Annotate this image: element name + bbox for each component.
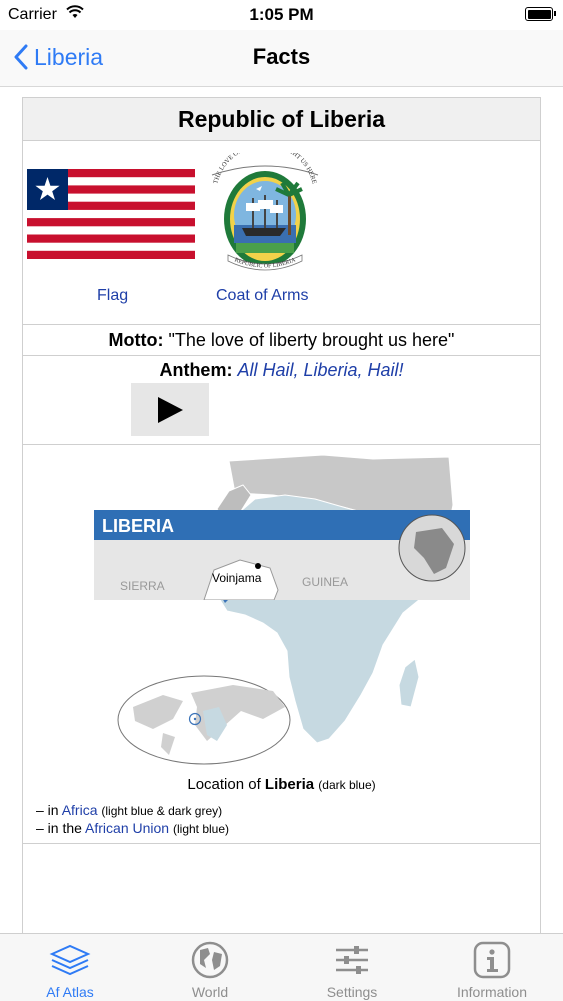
flag-caption-link[interactable]: Flag [97, 287, 128, 305]
location-caption: Location of Liberia (dark blue) [187, 776, 376, 793]
tab-af-atlas-label: Af Atlas [46, 984, 94, 1000]
african-union-note: (light blue) [172, 822, 230, 836]
location-country: Liberia [264, 776, 315, 793]
tab-bar: Af Atlas World Settings Information [0, 933, 563, 1001]
motto-text: "The love of liberty brought us here" [168, 330, 455, 350]
tab-settings[interactable]: Settings [282, 934, 422, 1001]
motto-row: Motto: "The love of liberty brought us h… [23, 325, 540, 356]
layers-icon [49, 944, 91, 976]
battery-icon [525, 7, 556, 21]
africa-location-map[interactable] [23, 445, 541, 775]
sliders-icon [336, 946, 368, 974]
african-union-link[interactable]: African Union [85, 820, 169, 836]
anthem-row: Anthem: All Hail, Liberia, Hail! [23, 356, 540, 445]
tab-information[interactable]: Information [422, 934, 562, 1001]
play-anthem-button[interactable] [131, 383, 209, 436]
location-map-row: Location of Liberia (dark blue) – in Afr… [23, 445, 540, 844]
africa-line: – in Africa (light blue & dark grey) [36, 802, 223, 818]
africa-link[interactable]: Africa [62, 802, 98, 818]
tab-af-atlas[interactable]: Af Atlas [0, 934, 140, 1001]
tab-world-label: World [191, 984, 229, 1000]
tab-settings-label: Settings [326, 984, 378, 1000]
anthem-title-link[interactable]: All Hail, Liberia, Hail! [237, 360, 403, 380]
location-note: (dark blue) [318, 778, 376, 792]
motto-label: Motto: [108, 330, 164, 350]
flag-image[interactable] [27, 169, 195, 259]
tab-world[interactable]: World [140, 934, 280, 1001]
play-icon [158, 396, 183, 423]
svg-text:LIBERIA: LIBERIA [102, 516, 174, 536]
page-title: Facts [252, 44, 311, 69]
navigation-bar: Liberia Facts [0, 30, 563, 87]
tab-information-label: Information [456, 984, 528, 1000]
svg-text:GUINEA: GUINEA [302, 575, 348, 589]
african-union-line: – in the African Union (light blue) [36, 820, 230, 836]
liberia-detail-map[interactable]: LIBERIA Voinjama SIERRA GUINEA [94, 510, 470, 600]
svg-text:SIERRA: SIERRA [120, 579, 165, 593]
anthem-label: Anthem: [159, 360, 233, 380]
images-row: THE LOVE OF LIBERTY BROUGHT US HERE REPU… [23, 141, 540, 325]
globe-icon [191, 941, 229, 979]
country-title: Republic of Liberia [23, 98, 540, 141]
status-bar: Carrier 1:05 PM [0, 0, 563, 30]
coat-of-arms-caption-link[interactable]: Coat of Arms [216, 287, 308, 305]
clock: 1:05 PM [249, 5, 314, 24]
africa-note: (light blue & dark grey) [101, 804, 223, 818]
facts-table: Republic of Liberia THE LOVE OF LIBERTY … [22, 97, 541, 933]
info-icon [473, 941, 511, 979]
svg-text:Voinjama: Voinjama [212, 571, 262, 585]
coat-of-arms-image[interactable]: THE LOVE OF LIBERTY BROUGHT US HERE REPU… [206, 153, 324, 277]
